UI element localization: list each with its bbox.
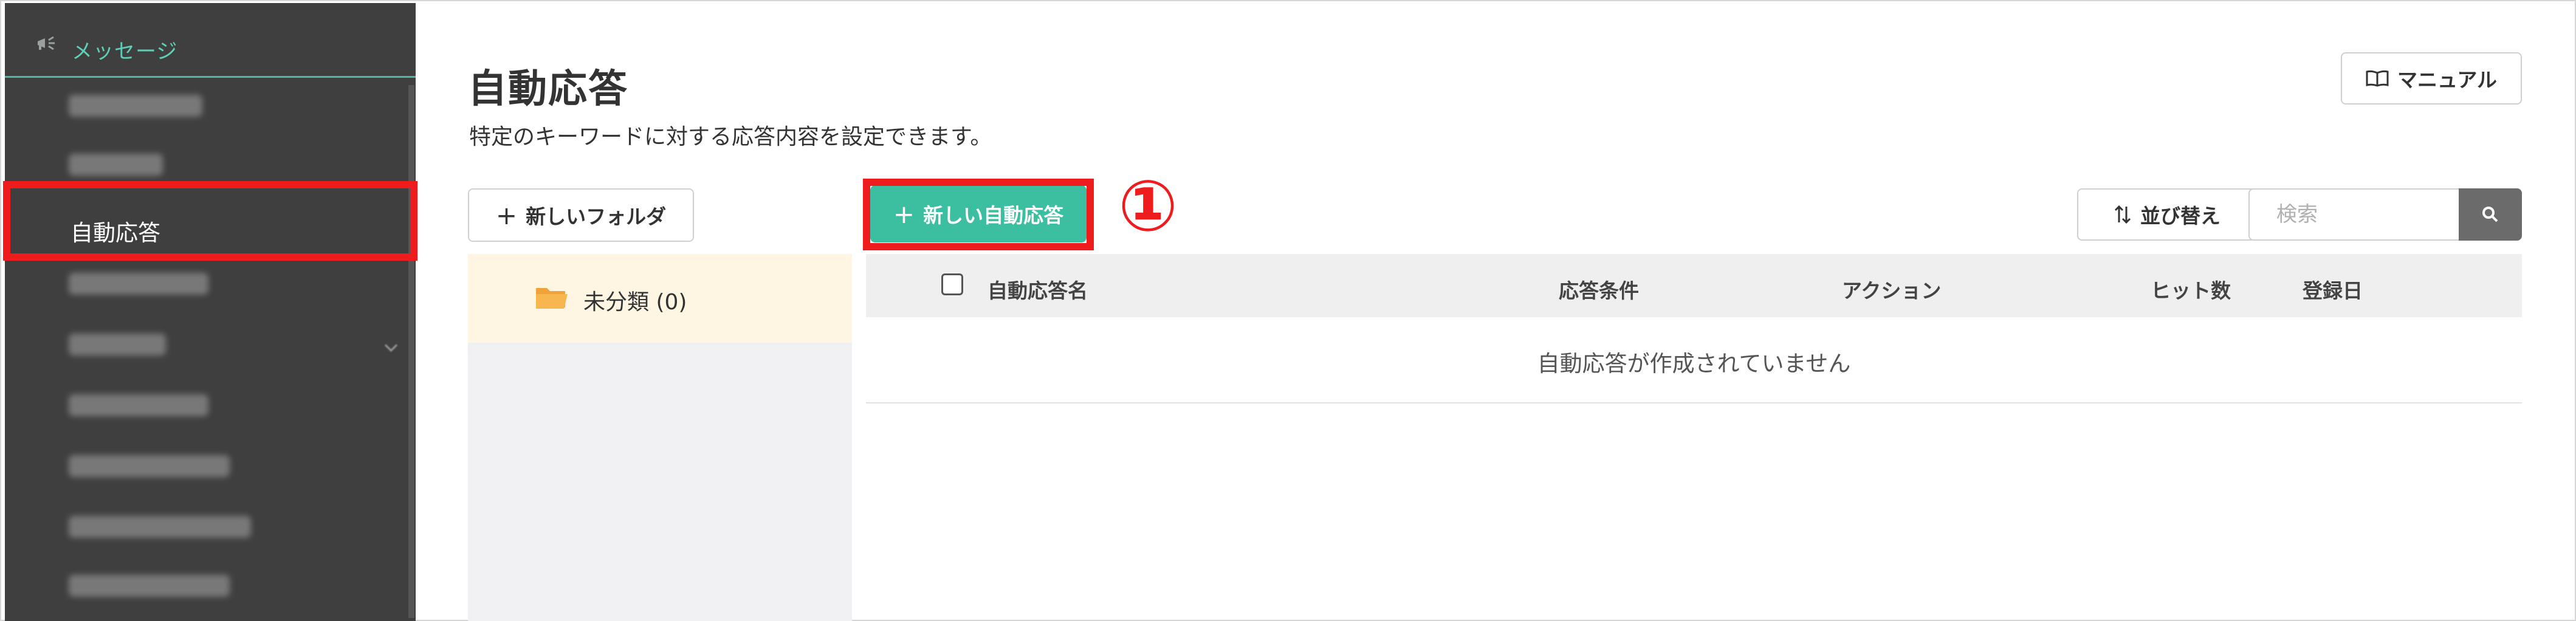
blurred-label bbox=[69, 455, 230, 477]
blurred-label bbox=[69, 154, 163, 176]
blurred-label bbox=[69, 394, 208, 416]
megaphone-icon bbox=[38, 36, 55, 50]
chevron-down-icon bbox=[384, 338, 398, 352]
highlight-box-new-button bbox=[863, 179, 1094, 250]
blurred-label bbox=[69, 273, 208, 295]
new-folder-button[interactable]: + 新しいフォルダ bbox=[468, 188, 694, 242]
blurred-label bbox=[69, 95, 202, 117]
page-description: 特定のキーワードに対する応答内容を設定できます。 bbox=[469, 125, 992, 149]
column-header-condition[interactable]: 応答条件 bbox=[1559, 275, 1639, 304]
step-number-marker: ① bbox=[1118, 165, 1178, 247]
autoreply-table: 自動応答名 応答条件 アクション ヒット数 登録日 自動応答が作成されていません bbox=[866, 254, 2522, 621]
select-all-checkbox[interactable] bbox=[941, 273, 963, 295]
sidebar-item-blurred-5[interactable] bbox=[5, 379, 416, 437]
blurred-label bbox=[69, 575, 230, 597]
folder-item[interactable]: 未分類 (0) bbox=[468, 254, 852, 343]
sidebar-scrollbar[interactable] bbox=[408, 85, 414, 618]
folder-panel: 未分類 (0) bbox=[468, 254, 852, 621]
folder-icon bbox=[536, 288, 568, 309]
sort-button[interactable]: 並び替え bbox=[2077, 188, 2257, 241]
column-header-registered-date[interactable]: 登録日 bbox=[2303, 275, 2363, 304]
sidebar-section-label: メッセージ bbox=[72, 39, 178, 64]
folder-item-label: 未分類 (0) bbox=[583, 290, 687, 315]
book-icon bbox=[2366, 70, 2389, 87]
sidebar: メッセージ 自動応答 bbox=[5, 3, 416, 621]
sidebar-section-messages[interactable]: メッセージ bbox=[5, 3, 416, 78]
new-folder-button-label: 新しいフォルダ bbox=[526, 205, 667, 228]
sort-icon bbox=[2114, 205, 2131, 224]
column-header-name[interactable]: 自動応答名 bbox=[987, 275, 1088, 304]
manual-button[interactable]: マニュアル bbox=[2341, 52, 2522, 105]
sidebar-item-blurred-7[interactable] bbox=[5, 500, 416, 558]
search-button[interactable] bbox=[2459, 188, 2522, 241]
sidebar-item-blurred-6[interactable] bbox=[5, 439, 416, 498]
sidebar-item-blurred-8[interactable] bbox=[5, 559, 416, 617]
column-header-hits[interactable]: ヒット数 bbox=[2151, 275, 2231, 304]
sort-button-label: 並び替え bbox=[2140, 204, 2221, 228]
sidebar-item-blurred-1[interactable] bbox=[5, 79, 416, 137]
empty-message: 自動応答が作成されていません bbox=[1537, 351, 1851, 377]
plus-icon: + bbox=[495, 200, 518, 230]
sidebar-item-blurred-3[interactable] bbox=[5, 257, 416, 315]
search-icon bbox=[2482, 207, 2498, 222]
table-empty-row: 自動応答が作成されていません bbox=[866, 317, 2522, 403]
search-input[interactable] bbox=[2248, 188, 2459, 241]
search-box bbox=[2248, 188, 2522, 241]
column-header-action[interactable]: アクション bbox=[1842, 275, 1941, 304]
table-header: 自動応答名 応答条件 アクション ヒット数 登録日 bbox=[866, 254, 2522, 317]
manual-button-label: マニュアル bbox=[2397, 68, 2497, 92]
blurred-label bbox=[69, 516, 251, 538]
highlight-box-sidebar bbox=[3, 181, 417, 261]
page-title: 自動応答 bbox=[468, 67, 628, 112]
sidebar-item-blurred-4[interactable] bbox=[5, 318, 416, 376]
blurred-label bbox=[69, 334, 166, 355]
